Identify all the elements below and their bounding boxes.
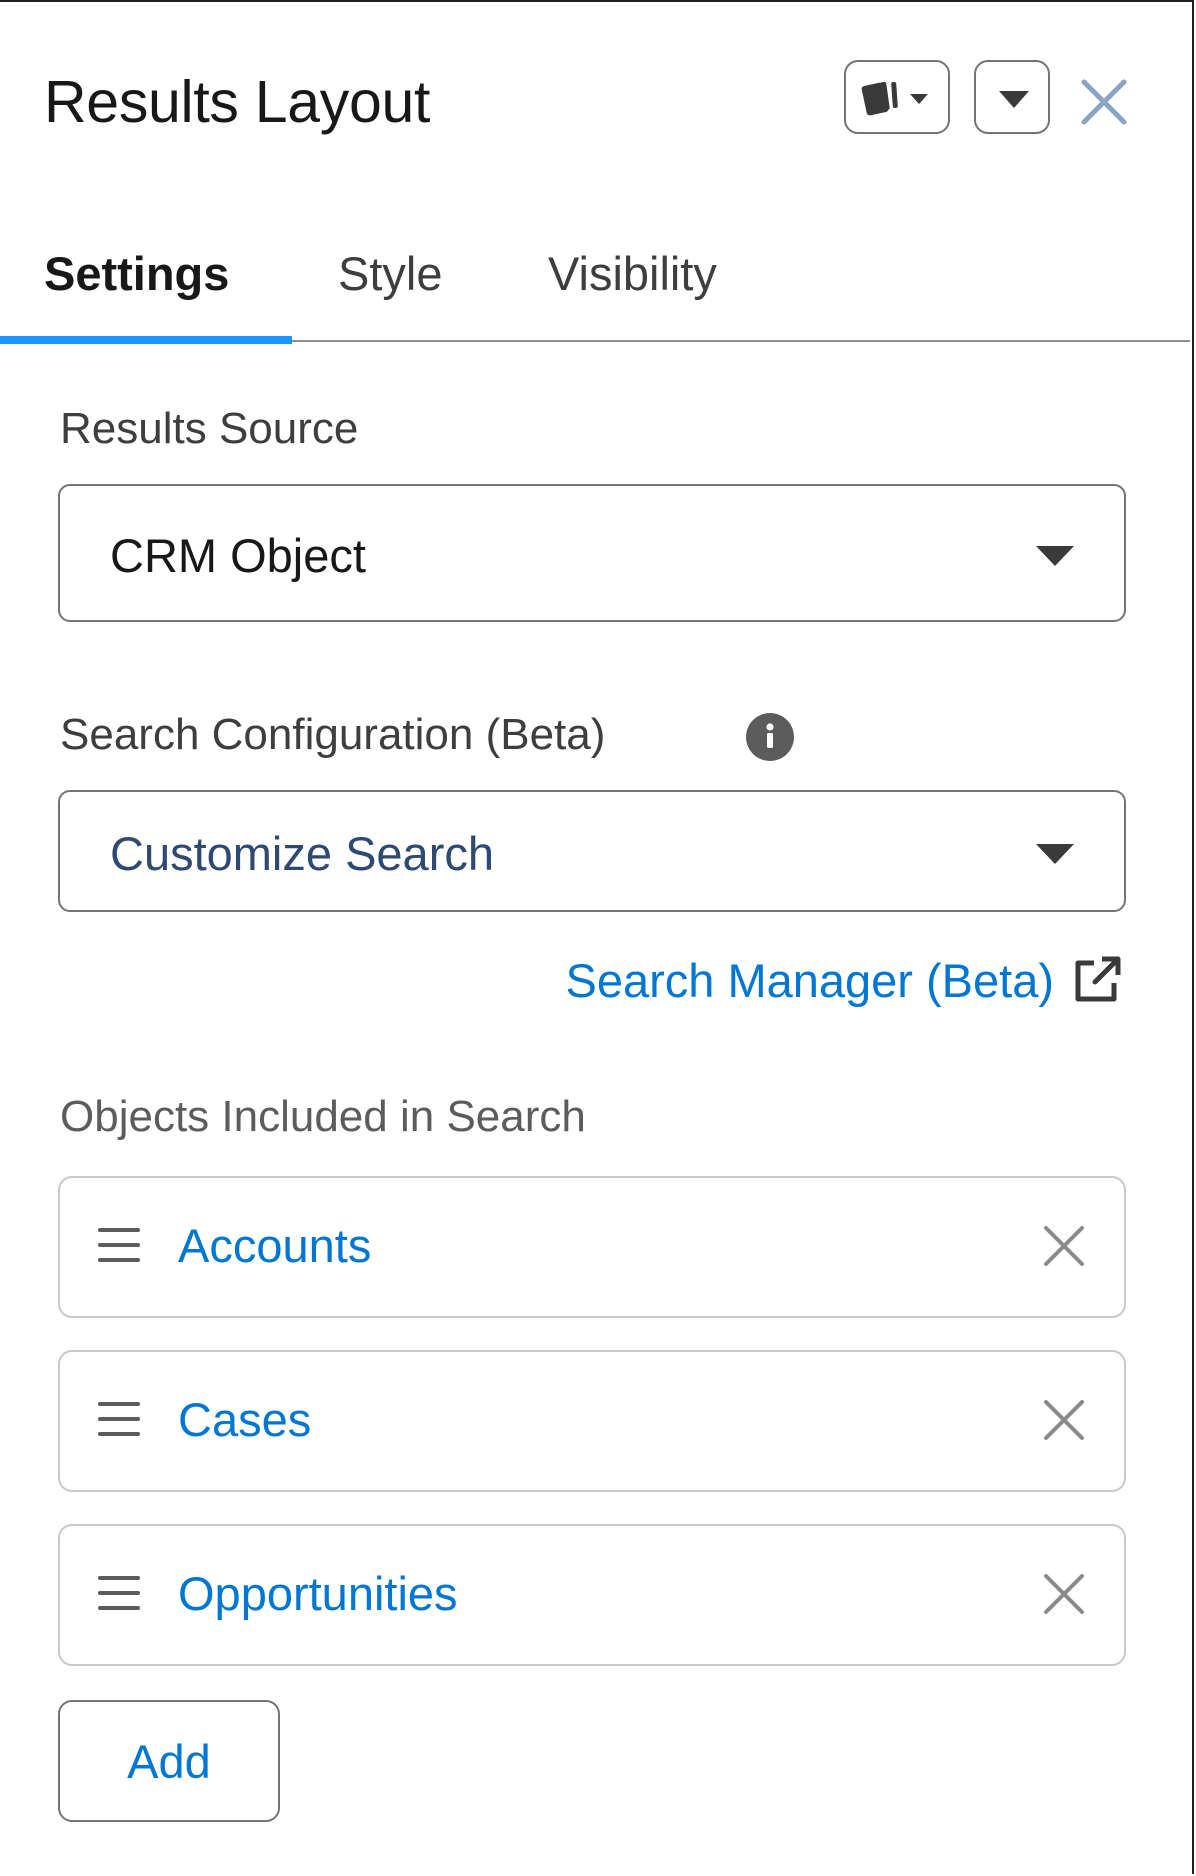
tab-settings[interactable]: Settings (44, 246, 229, 301)
results-source-select[interactable]: CRM Object (58, 484, 1126, 622)
drag-handle-icon[interactable] (96, 1570, 142, 1616)
search-manager-link[interactable]: Search Manager (Beta) (565, 950, 1124, 1010)
results-source-label: Results Source (60, 404, 359, 453)
object-name-opportunities[interactable]: Opportunities (178, 1566, 458, 1621)
results-source-value: CRM Object (110, 529, 366, 582)
panel-menu-button[interactable] (974, 60, 1050, 134)
add-object-button[interactable]: Add (58, 1700, 280, 1822)
external-link-icon (1075, 956, 1121, 1002)
close-icon[interactable] (1078, 76, 1130, 128)
tab-bar: Settings Style Visibility (0, 232, 1190, 346)
variant-switcher-button[interactable] (844, 60, 950, 134)
active-tab-indicator (0, 336, 292, 344)
cards-variant-icon (861, 81, 928, 116)
results-layout-panel: Results Layout Settings Style Visibility… (0, 0, 1194, 1874)
list-item: Accounts (58, 1176, 1126, 1318)
search-manager-link-label: Search Manager (Beta) (565, 953, 1054, 1007)
search-configuration-value: Customize Search (110, 827, 494, 880)
list-item: Opportunities (58, 1524, 1126, 1666)
object-name-accounts[interactable]: Accounts (178, 1218, 371, 1273)
chevron-down-icon (1036, 546, 1074, 566)
info-icon[interactable] (746, 713, 794, 761)
chevron-down-icon (1036, 844, 1074, 864)
drag-handle-icon[interactable] (96, 1222, 142, 1268)
object-name-cases[interactable]: Cases (178, 1392, 311, 1447)
list-item: Cases (58, 1350, 1126, 1492)
remove-icon[interactable] (1040, 1570, 1088, 1618)
objects-included-label: Objects Included in Search (60, 1092, 586, 1141)
search-configuration-select[interactable]: Customize Search (58, 790, 1126, 912)
tab-visibility[interactable]: Visibility (548, 246, 717, 301)
drag-handle-icon[interactable] (96, 1396, 142, 1442)
search-configuration-label: Search Configuration (Beta) (60, 710, 606, 759)
remove-icon[interactable] (1040, 1222, 1088, 1270)
remove-icon[interactable] (1040, 1396, 1088, 1444)
tab-style[interactable]: Style (338, 246, 443, 301)
panel-title: Results Layout (44, 69, 431, 135)
chevron-down-icon (999, 91, 1029, 108)
